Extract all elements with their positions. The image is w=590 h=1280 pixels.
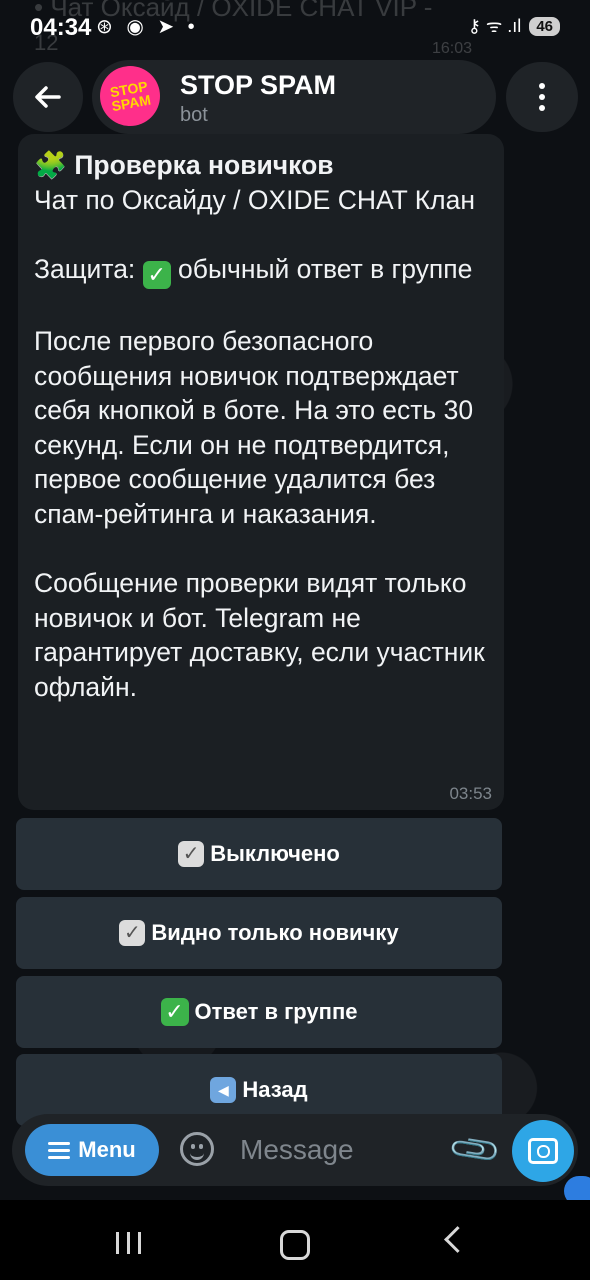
recents-icon[interactable] [116, 1232, 141, 1254]
check-box-green-icon: ✓ [160, 998, 189, 1026]
protection-line: Защита: ✓ обычный ответ в группе [34, 254, 473, 289]
check-box-grey-icon: ✓ [178, 841, 205, 867]
system-icons: ⚷ ᯤ .ıl 46 [468, 14, 560, 38]
chat-subtitle: bot [180, 104, 208, 126]
system-nav-bar [0, 1200, 590, 1280]
message-text: 🧩 Проверка новичков Чат по Оксайду / OXI… [34, 148, 494, 704]
back-arrow-box-icon: ◀ [210, 1077, 237, 1103]
nav-back-icon[interactable] [444, 1226, 471, 1253]
notification-icons: ⊛ ◉ ➤ • [96, 16, 199, 38]
menu-icon [48, 1141, 71, 1159]
signal-icons: ⚷ ᯤ .ıl [467, 16, 522, 36]
camera-icon [528, 1138, 558, 1164]
home-icon[interactable] [280, 1230, 310, 1260]
btn-back-label: Назад [242, 1077, 308, 1102]
paragraph-visibility: Сообщение проверки видят только новичок … [34, 568, 485, 702]
camera-button[interactable] [512, 1120, 574, 1182]
status-bar: 04:34 ⊛ ◉ ➤ • ⚷ ᯤ .ıl 46 [0, 0, 590, 56]
arrow-left-icon [35, 86, 61, 108]
chat-name-line: Чат по Оксайду / OXIDE CHAT Клан [34, 184, 476, 215]
status-time: 04:34 [30, 14, 92, 41]
avatar-logo: STOP SPAM [108, 77, 153, 115]
more-vertical-icon [539, 83, 545, 111]
btn-group-reply-label: Ответ в группе [194, 999, 358, 1024]
message-time: 03:53 [449, 784, 492, 803]
btn-disabled[interactable]: ✓ Выключено [16, 818, 502, 890]
avatar[interactable]: STOP SPAM [100, 66, 160, 126]
back-button[interactable] [13, 62, 83, 132]
btn-group-reply[interactable]: ✓ Ответ в группе [16, 976, 502, 1048]
message-bubble: 🧩 Проверка новичков Чат по Оксайду / OXI… [18, 134, 504, 810]
message-input[interactable]: Message [240, 1134, 354, 1166]
message-composer: Menu Message 📎 [12, 1114, 578, 1186]
btn-newcomer-only-label: Видно только новичку [151, 920, 399, 945]
emoji-icon[interactable] [180, 1132, 214, 1166]
chat-header[interactable]: STOP SPAM STOP SPAM bot [92, 60, 496, 134]
check-box-green-icon: ✓ [142, 261, 171, 289]
more-button[interactable] [506, 62, 578, 132]
btn-newcomer-only[interactable]: ✓ Видно только новичку [16, 897, 502, 969]
message-heading: 🧩 Проверка новичков [34, 150, 334, 180]
battery-icon: 46 [529, 16, 560, 36]
paperclip-icon[interactable]: 📎 [446, 1121, 504, 1179]
menu-button[interactable]: Menu [25, 1124, 159, 1176]
puzzle-icon: 🧩 [34, 150, 67, 180]
check-box-grey-icon: ✓ [119, 920, 146, 946]
menu-label: Menu [78, 1137, 136, 1162]
btn-disabled-label: Выключено [210, 841, 340, 866]
paragraph-confirmation: После первого безопасного сообщения нови… [34, 326, 474, 529]
chat-title: STOP SPAM [180, 70, 337, 100]
